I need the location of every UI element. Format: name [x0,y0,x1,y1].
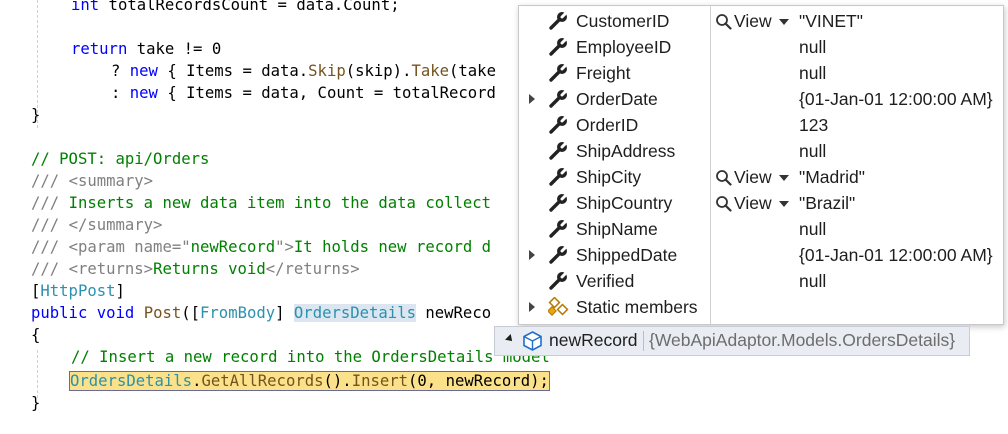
property-wrench-icon [548,166,570,187]
member-value: "VINET" [799,11,863,31]
code-line: { [31,326,41,344]
code-line: return take != 0 [71,40,222,58]
code-line: } [31,394,41,412]
member-name: ShipCountry [576,193,673,213]
divider [643,331,644,351]
code-comment: // POST: api/Orders [31,150,210,168]
code-line: } [31,106,41,124]
attribute-line: [HttpPost] [31,282,125,300]
doc-comment: /// </summary> [31,216,163,234]
code-line: : new { Items = data, Count = totalRecor… [111,84,496,102]
variable-name: newRecord [549,330,638,350]
doc-comment: /// <summary> [31,172,154,190]
dropdown-caret-icon [779,175,789,181]
member-name: CustomerID [576,11,670,31]
member-value: null [799,141,827,161]
datatip-row[interactable]: ShipCity View "Madrid" [519,164,1003,190]
property-wrench-icon [548,62,570,83]
member-name: ShipCity [576,167,642,187]
expand-arrow-icon[interactable] [529,94,535,104]
member-name: EmployeeID [576,37,672,57]
indent-guide [37,350,38,398]
property-wrench-icon [548,114,570,135]
datatip-row[interactable]: Static members [519,294,1003,320]
member-name: ShippedDate [576,245,678,265]
property-wrench-icon [548,10,570,31]
property-wrench-icon [548,270,570,291]
code-line: ? new { Items = data.Skip(skip).Take(tak… [111,62,496,80]
code-line: int totalRecordsCount = data.Count; [71,0,400,14]
datatip-row[interactable]: EmployeeID null [519,34,1003,60]
doc-comment: /// <returns>Returns void</returns> [31,260,360,278]
collapse-arrow-icon[interactable] [505,334,515,344]
member-value: {01-Jan-01 12:00:00 AM} [799,89,993,109]
member-value: "Madrid" [799,167,865,187]
datatip-row[interactable]: CustomerID View "VINET" [519,8,1003,34]
magnifier-icon [715,169,732,186]
code-comment: // Insert a new record into the OrdersDe… [71,348,550,366]
datatip-row[interactable]: ShippedDate {01-Jan-01 12:00:00 AM} [519,242,1003,268]
magnifier-icon [715,195,732,212]
member-name: ShipName [576,219,658,239]
doc-comment: /// Inserts a new data item into the dat… [31,194,492,212]
member-name: Freight [576,63,631,83]
current-statement[interactable]: OrdersDetails.GetAllRecords().Insert(0, … [69,370,550,392]
property-wrench-icon [548,244,570,265]
method-signature: public void Post([FromBody] OrdersDetail… [31,304,492,322]
datatip-row[interactable]: ShipName null [519,216,1003,242]
view-label: View [734,193,772,213]
member-value: null [799,63,827,83]
datatip-row[interactable]: ShipAddress null [519,138,1003,164]
member-value: null [799,271,827,291]
property-wrench-icon [548,88,570,109]
member-name: OrderID [576,115,639,135]
view-label: View [734,167,772,187]
object-icon [523,331,542,351]
property-wrench-icon [548,140,570,161]
datatip-row[interactable]: Verified null [519,268,1003,294]
view-label: View [734,11,772,31]
member-value: "Brazil" [799,193,856,213]
member-name: ShipAddress [576,141,676,161]
member-value: 123 [799,115,829,135]
member-value: null [799,37,827,57]
property-wrench-icon [548,192,570,213]
expand-arrow-icon[interactable] [529,250,535,260]
datatip-row[interactable]: Freight null [519,60,1003,86]
datatip-row[interactable]: ShipCountry View "Brazil" [519,190,1003,216]
variable-type: {WebApiAdaptor.Models.OrdersDetails} [649,330,956,350]
datatip-row[interactable]: OrderID 123 [519,112,1003,138]
property-wrench-icon [548,218,570,239]
member-value: {01-Jan-01 12:00:00 AM} [799,245,993,265]
expand-arrow-icon[interactable] [529,302,535,312]
member-value: null [799,219,827,239]
datatip-row[interactable]: OrderDate {01-Jan-01 12:00:00 AM} [519,86,1003,112]
member-name: OrderDate [576,89,658,109]
datatip-header[interactable]: newRecord {WebApiAdaptor.Models.OrdersDe… [494,326,970,356]
dropdown-caret-icon [779,201,789,207]
magnifier-icon [715,13,732,30]
property-wrench-icon [548,36,570,57]
member-name: Verified [576,271,635,291]
dropdown-caret-icon [779,19,789,25]
member-name: Static members [576,297,698,317]
static-members-icon [547,296,570,317]
datatip-members-panel[interactable]: CustomerID View "VINET" EmployeeID null Freig… [518,5,1004,325]
doc-comment: /// <param name="newRecord">It holds new… [31,238,492,256]
